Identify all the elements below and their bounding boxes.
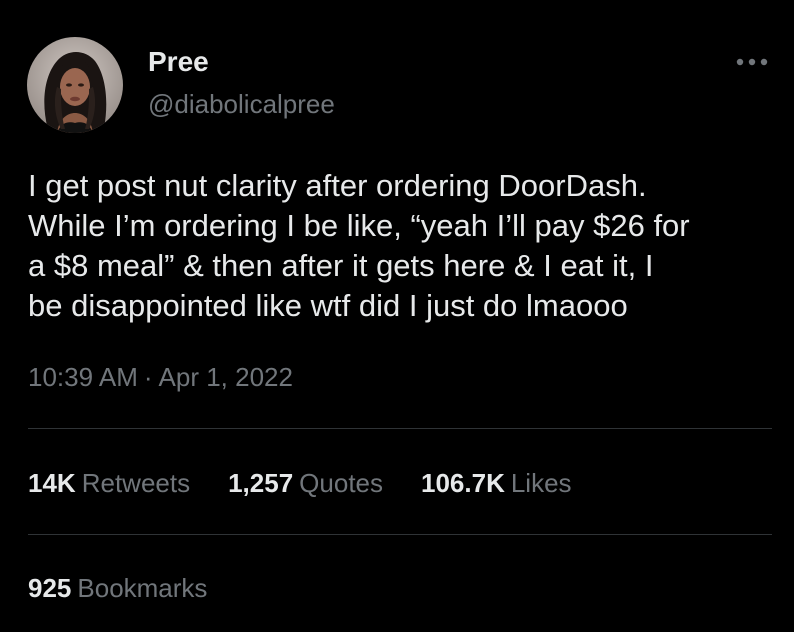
likes-count: 106.7K (421, 468, 505, 498)
retweets-stat[interactable]: 14K Retweets (28, 467, 190, 499)
divider (28, 428, 772, 429)
retweets-count: 14K (28, 468, 76, 498)
author-handle[interactable]: @diabolicalpree (148, 89, 335, 119)
bookmarks-label: Bookmarks (77, 573, 208, 603)
tweet-card: Pree @diabolicalpree I get post nut clar… (0, 0, 794, 632)
divider (28, 534, 772, 535)
quotes-label: Quotes (299, 468, 383, 498)
bookmarks-stat-inner: 925 Bookmarks (28, 573, 207, 603)
meta-separator: · (143, 362, 153, 392)
profile-photo-icon (27, 37, 123, 133)
more-horizontal-icon (736, 58, 768, 66)
avatar[interactable] (27, 37, 123, 133)
engagement-stats: 14K Retweets 1,257 Quotes 106.7K Likes (28, 466, 610, 500)
quotes-stat[interactable]: 1,257 Quotes (228, 467, 383, 499)
tweet-timestamp: 10:39 AM · Apr 1, 2022 (28, 361, 293, 393)
bookmarks-stat[interactable]: 925 Bookmarks (28, 572, 207, 604)
tweet-text: I get post nut clarity after ordering Do… (28, 168, 690, 323)
tweet-time[interactable]: 10:39 AM (28, 362, 138, 392)
likes-stat[interactable]: 106.7K Likes (421, 467, 572, 499)
more-options-button[interactable] (730, 46, 774, 78)
quotes-count: 1,257 (228, 468, 294, 498)
bookmarks-count: 925 (28, 573, 72, 603)
tweet-date[interactable]: Apr 1, 2022 (159, 362, 293, 392)
likes-label: Likes (510, 468, 572, 498)
author-display-name[interactable]: Pree (148, 46, 209, 78)
retweets-label: Retweets (81, 468, 191, 498)
